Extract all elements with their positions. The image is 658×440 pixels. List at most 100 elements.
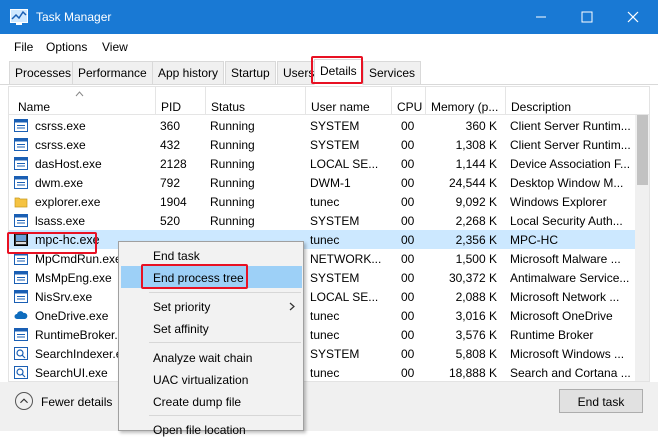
- chevron-up-circle-icon: [15, 392, 33, 410]
- menu-end-task[interactable]: End task: [121, 244, 302, 266]
- table-row[interactable]: SearchIndexer.exe SYSTEM 00 5,808 K Microsof…: [9, 344, 635, 363]
- cell-cpu: 00: [401, 252, 415, 266]
- cell-memory: 5,808 K: [455, 347, 497, 361]
- col-memory[interactable]: Memory (p...: [425, 87, 505, 115]
- tab-services[interactable]: Services: [363, 61, 422, 84]
- menu-separator: [149, 292, 301, 293]
- cell-cpu: 00: [401, 157, 415, 171]
- cell-description: Microsoft Malware ...: [510, 252, 621, 266]
- table-row[interactable]: csrss.exe 432 Running SYSTEM 00 1,308 K Client…: [9, 135, 635, 154]
- cell-description: Runtime Broker: [510, 328, 594, 342]
- scrollbar-thumb[interactable]: [637, 115, 648, 185]
- menu-create-dump-file[interactable]: Create dump file: [121, 390, 302, 412]
- table-row[interactable]: MpCmdRun.exe NETWORK... 00 1,500 K Microsoft…: [9, 249, 635, 268]
- application-icon: [14, 290, 28, 303]
- close-button[interactable]: [610, 0, 656, 34]
- search-indexer-icon: [14, 366, 28, 379]
- fewer-details-button[interactable]: Fewer details: [15, 392, 125, 412]
- cell-memory: 2,356 K: [455, 233, 497, 247]
- chevron-right-icon: [289, 302, 295, 311]
- tab-startup[interactable]: Startup: [225, 61, 276, 84]
- tab-processes[interactable]: Processes: [9, 61, 78, 84]
- cell-status: Running: [210, 157, 255, 171]
- tab-performance[interactable]: Performance: [72, 61, 153, 84]
- cell-description: Antimalware Service...: [510, 271, 630, 285]
- cell-cpu: 00: [401, 138, 415, 152]
- table-row[interactable]: SearchUI.exe tunec 00 18,888 K Search and Co…: [9, 363, 635, 381]
- application-icon: [14, 119, 28, 132]
- table-row[interactable]: csrss.exe 360 Running SYSTEM 00 360 K Client S…: [9, 116, 635, 135]
- minimize-icon: [536, 16, 546, 18]
- application-icon: [14, 176, 28, 189]
- cell-cpu: 00: [401, 309, 415, 323]
- cell-memory: 360 K: [465, 119, 497, 133]
- folder-icon: [14, 197, 28, 208]
- application-icon: [14, 271, 28, 284]
- maximize-button[interactable]: [564, 0, 610, 34]
- cell-cpu: 00: [401, 271, 415, 285]
- cell-user: LOCAL SE...: [310, 290, 379, 304]
- cell-description: Local Security Auth...: [510, 214, 623, 228]
- menu-uac-virtualization[interactable]: UAC virtualization: [121, 368, 302, 390]
- cell-user: SYSTEM: [310, 138, 360, 152]
- menu-label: Analyze wait chain: [153, 351, 253, 365]
- menu-options[interactable]: Options: [46, 40, 87, 54]
- col-pid[interactable]: PID: [155, 87, 205, 115]
- table-row[interactable]: NisSrv.exe LOCAL SE... 00 2,088 K Microsoft …: [9, 287, 635, 306]
- cell-memory: 1,308 K: [455, 138, 497, 152]
- cell-pid: 2128: [160, 157, 187, 171]
- col-name[interactable]: Name: [13, 87, 155, 115]
- cell-memory: 24,544 K: [448, 176, 497, 190]
- menu-set-affinity[interactable]: Set affinity: [121, 317, 302, 339]
- title-bar: Task Manager: [0, 0, 658, 34]
- table-row[interactable]: MsMpEng.exe SYSTEM 00 30,372 K Antimalware S…: [9, 268, 635, 287]
- menu-file[interactable]: File: [14, 40, 33, 54]
- end-task-button[interactable]: End task: [559, 389, 643, 413]
- menu-open-file-location[interactable]: Open file location: [121, 418, 302, 440]
- cell-status: Running: [210, 119, 255, 133]
- vertical-scrollbar[interactable]: [635, 115, 649, 381]
- cell-status: Running: [210, 214, 255, 228]
- table-row[interactable]: dwm.exe 792 Running DWM-1 00 24,544 K Desktop …: [9, 173, 635, 192]
- cell-memory: 3,016 K: [455, 309, 497, 323]
- table-header: Name PID Status User name CPU Memory (p.…: [9, 87, 649, 115]
- menu-analyze-wait-chain[interactable]: Analyze wait chain: [121, 346, 302, 368]
- close-icon: [627, 11, 639, 23]
- table-row[interactable]: lsass.exe 520 Running SYSTEM 00 2,268 K Local …: [9, 211, 635, 230]
- cell-user: tunec: [310, 195, 340, 209]
- application-icon: [14, 157, 28, 170]
- cell-name: dwm.exe: [35, 176, 84, 190]
- menu-label: Set priority: [153, 300, 211, 314]
- table-row[interactable]: dasHost.exe 2128 Running LOCAL SE... 00 1,144…: [9, 154, 635, 173]
- selected-process-highlight: [7, 232, 97, 254]
- application-icon: [14, 328, 28, 341]
- menu-set-priority[interactable]: Set priority: [121, 295, 302, 317]
- tab-app-history[interactable]: App history: [152, 61, 225, 84]
- menu-view[interactable]: View: [102, 40, 128, 54]
- col-status[interactable]: Status: [205, 87, 305, 115]
- col-user-name[interactable]: User name: [305, 87, 391, 115]
- maximize-icon: [581, 11, 593, 23]
- cell-cpu: 00: [401, 119, 415, 133]
- cell-name: explorer.exe: [35, 195, 101, 209]
- table-row[interactable]: mpc-hc.exe tunec 00 2,356 K MPC-HC: [9, 230, 635, 249]
- table-row[interactable]: OneDrive.exe tunec 00 3,016 K Microsoft OneD…: [9, 306, 635, 325]
- cell-description: Desktop Window M...: [510, 176, 624, 190]
- cell-name: csrss.exe: [35, 138, 86, 152]
- table-row[interactable]: RuntimeBroker.exe tunec 00 3,576 K Runtime B…: [9, 325, 635, 344]
- cell-cpu: 00: [401, 328, 415, 342]
- search-indexer-icon: [14, 347, 28, 360]
- col-description[interactable]: Description: [505, 87, 635, 115]
- minimize-button[interactable]: [518, 0, 564, 34]
- cell-pid: 1904: [160, 195, 187, 209]
- table-row[interactable]: explorer.exe 1904 Running tunec 00 9,092 K Win…: [9, 192, 635, 211]
- cell-description: Search and Cortana ...: [510, 366, 631, 380]
- col-cpu[interactable]: CPU: [391, 87, 425, 115]
- cell-memory: 2,088 K: [455, 290, 497, 304]
- menu-bar: File Options View: [0, 34, 658, 58]
- cell-user: NETWORK...: [310, 252, 382, 266]
- cell-memory: 18,888 K: [448, 366, 497, 380]
- menu-label: UAC virtualization: [153, 373, 249, 387]
- cell-description: Device Association F...: [510, 157, 631, 171]
- cell-name: csrss.exe: [35, 119, 86, 133]
